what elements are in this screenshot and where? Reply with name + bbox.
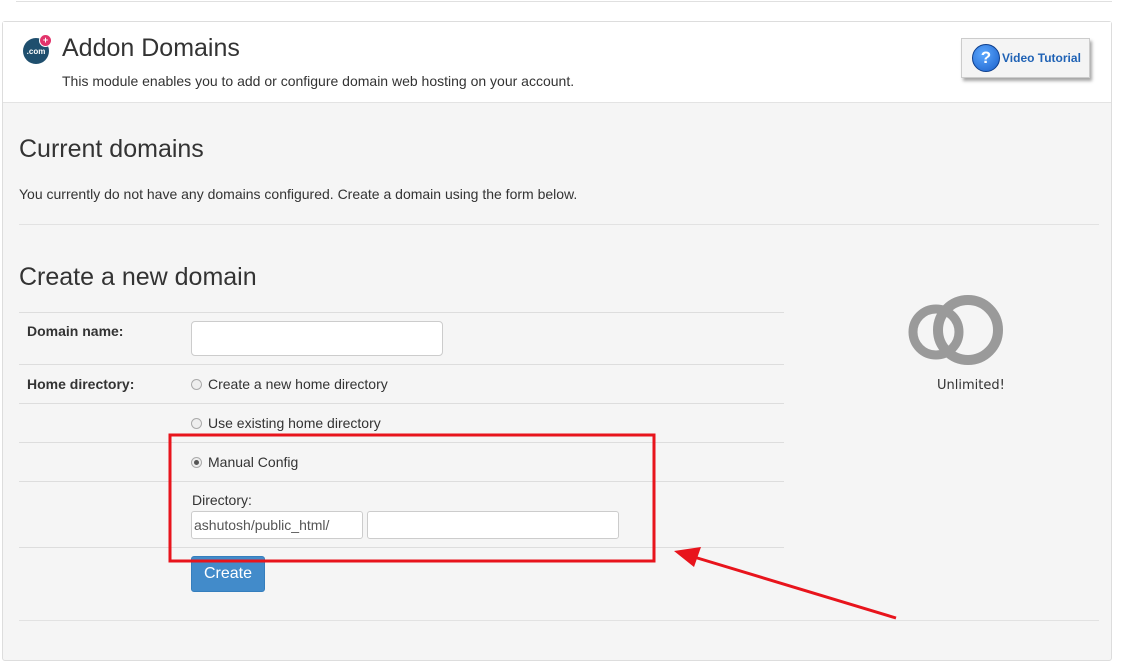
radio-create-new-home[interactable]: Create a new home directory [191,376,388,392]
home-directory-label: Home directory: [27,376,135,392]
radio-manual-config[interactable]: Manual Config [191,454,298,470]
radio-button-checked[interactable] [191,456,202,468]
question-icon: ? [972,44,1000,72]
video-tutorial-button[interactable]: ? Video Tutorial [961,38,1090,78]
radio-label: Use existing home directory [208,415,381,431]
top-divider [16,0,1112,2]
no-domains-message: You currently do not have any domains co… [19,186,578,202]
section-divider [19,224,1099,225]
page-description: This module enables you to add or config… [62,73,575,89]
section-divider [19,620,1099,621]
directory-prefix-field [191,511,363,539]
form-row-divider [19,312,784,313]
radio-use-existing-home[interactable]: Use existing home directory [191,415,381,431]
form-row-divider [19,481,784,482]
current-domains-heading: Current domains [19,135,204,163]
video-tutorial-label: Video Tutorial [1002,51,1081,65]
radio-button[interactable] [191,378,202,390]
domain-name-label: Domain name: [27,323,124,339]
create-button[interactable]: Create [191,556,265,592]
directory-label: Directory: [192,492,252,508]
dotcom-icon-text: .com [26,46,46,56]
addon-domains-panel: .com + Addon Domains This module enables… [2,21,1112,661]
form-row-divider [19,403,784,404]
form-row-divider [19,442,784,443]
directory-input[interactable] [367,511,619,539]
radio-label: Manual Config [208,454,299,470]
create-domain-heading: Create a new domain [19,263,257,291]
page-title: Addon Domains [62,34,240,62]
unlimited-label: Unlimited! [937,378,1005,393]
radio-label: Create a new home directory [208,376,388,392]
radio-button[interactable] [191,417,202,429]
form-row-divider [19,547,784,548]
panel-header: .com + Addon Domains This module enables… [3,22,1111,103]
form-row-divider [19,364,784,365]
domain-name-input[interactable] [191,321,443,356]
infinity-icon [908,295,1003,365]
dotcom-icon: .com + [23,34,52,64]
plus-badge-icon: + [39,34,52,47]
